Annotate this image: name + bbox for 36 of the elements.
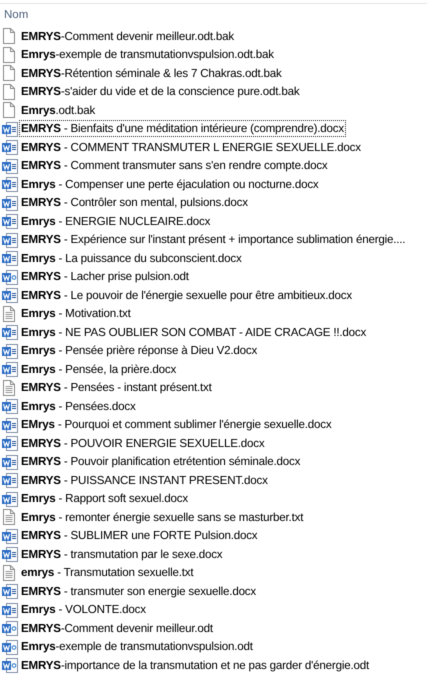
file-name[interactable]: EMRYS - POUVOIR ENERGIE SEXUELLE.docx (20, 436, 266, 451)
file-name[interactable]: Emrys-exemple de transmutationvspulsion.odt.bak (20, 47, 275, 62)
file-name[interactable]: EMRYS-Comment devenir meilleur.odt (20, 620, 214, 636)
file-name[interactable]: EMRYS - PUISSANCE INSTANT PRESENT.docx (20, 472, 269, 488)
file-name[interactable]: EMRYS - Contrôler son mental, pulsions.docx (20, 195, 249, 210)
file-name[interactable]: EMRYS-Rétention séminale & les 7 Chakras.odt.bak (20, 66, 283, 81)
file-name[interactable]: Emrys - VOLONTE.docx (20, 602, 147, 618)
file-name[interactable]: Emrys - Pensée, la prière.docx (20, 362, 178, 377)
file-name[interactable]: emrys - Transmutation sexuelle.txt (20, 565, 194, 580)
file-name[interactable]: EMRYS - Pensées - instant présent.txt (20, 380, 213, 396)
file-name[interactable]: EMrys - Pourquoi et comment sublimer l'énergie sexuelle.docx (20, 417, 332, 432)
file-name[interactable]: Emrys.odt.bak (20, 102, 96, 118)
file-name[interactable]: Emrys - La puissance du subconscient.docx (20, 250, 243, 266)
file-name[interactable]: EMRYS - COMMENT TRANSMUTER L ENERGIE SEXUELLE.docx (20, 140, 362, 155)
file-name[interactable]: EMRYS - Expérience sur l'instant présent + importance sublimation énergie.... (20, 232, 406, 248)
file-name[interactable]: EMRYS - SUBLIMER une FORTE Pulsion.docx (20, 528, 258, 544)
file-name[interactable]: Emrys - Rapport soft sexuel.docx (20, 491, 189, 506)
file-name[interactable]: EMRYS-s'aider du vide et de la conscience pure.odt.bak (20, 84, 300, 100)
file-name[interactable]: Emrys - NE PAS OUBLIER SON COMBAT - AIDE CRACAGE !!.docx (20, 324, 368, 340)
file-name[interactable]: Emrys - Compenser une perte éjaculation ou nocturne.docx (20, 176, 320, 192)
file-name[interactable]: Emrys - Pensée prière réponse à Dieu V2.docx (20, 343, 258, 358)
file-name[interactable]: Emrys - ENERGIE NUCLEAIRE.docx (20, 214, 212, 229)
file-name[interactable]: EMRYS - transmuter son energie sexuelle.docx (20, 584, 258, 599)
file-name[interactable]: Emrys - Motivation.txt (20, 306, 132, 322)
column-header[interactable]: Nom (4, 6, 28, 24)
file-name[interactable]: EMRYS - Pouvoir planification etrétention séminale.docx (20, 454, 302, 470)
file-name[interactable]: Emrys-exemple de transmutationvspulsion.odt (20, 639, 254, 654)
file-name[interactable]: EMRYS - Lacher prise pulsion.odt (20, 269, 190, 284)
file-name[interactable]: EMRYS - Comment transmuter sans s'en rendre compte.docx (20, 158, 329, 174)
file-name[interactable]: EMRYS - Le pouvoir de l'énergie sexuelle pour être ambitieux.docx (20, 288, 353, 303)
file-name[interactable]: Emrys - remonter énergie sexuelle sans se masturber.txt (20, 510, 304, 525)
file-name[interactable]: Emrys - Pensées.docx (20, 398, 137, 414)
file-name[interactable]: EMRYS-Comment devenir meilleur.odt.bak (20, 28, 235, 44)
file-name[interactable]: EMRYS - Bienfaits d'une méditation intérieure (comprendre).docx (20, 121, 345, 136)
file-name[interactable]: EMRYS-importance de la transmutation et ne pas garder d'énergie.odt (20, 658, 370, 673)
file-name[interactable]: EMRYS - transmutation par le sexe.docx (20, 546, 224, 562)
